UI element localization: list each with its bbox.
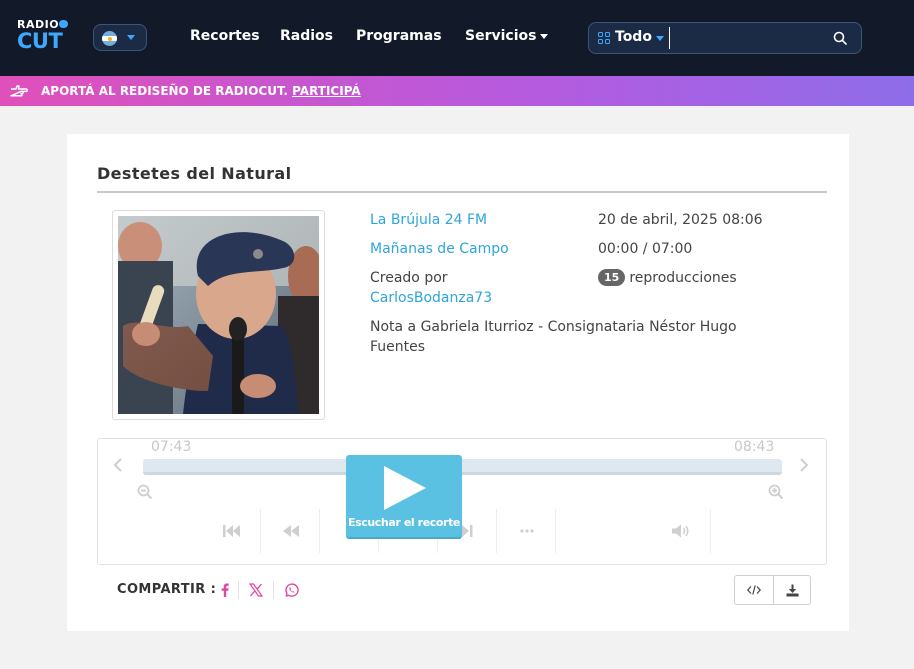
timeline-track[interactable] <box>143 459 782 475</box>
share-divider <box>238 581 239 599</box>
share-label: COMPARTIR : <box>117 582 217 597</box>
rewind-button[interactable] <box>262 509 320 553</box>
play-icon <box>384 466 426 510</box>
banner-participate-link[interactable]: PARTICIPÁ <box>292 84 361 98</box>
banner-text: APORTÁ AL REDISEÑO DE RADIOCUT. PARTICIP… <box>41 84 361 98</box>
chevron-down-icon <box>540 33 549 39</box>
banner-message: APORTÁ AL REDISEÑO DE RADIOCUT. <box>41 84 288 98</box>
grid-icon <box>598 32 611 45</box>
clip-card: Destetes del Natural La Brújula 24 FM Ma… <box>67 134 849 631</box>
nav-servicios[interactable]: Servicios <box>465 28 549 48</box>
chevron-down-icon <box>127 35 135 40</box>
skip-end-icon <box>461 525 472 537</box>
clip-date: 20 de abril, 2025 08:06 <box>598 212 763 228</box>
plays-info: 15 reproducciones <box>598 268 737 288</box>
plays-label: reproducciones <box>629 270 737 286</box>
download-button[interactable] <box>774 575 811 605</box>
nav-radios[interactable]: Radios <box>280 28 333 48</box>
whatsapp-icon[interactable] <box>283 581 299 599</box>
code-icon <box>747 585 761 595</box>
nav-programas[interactable]: Programas <box>356 28 442 48</box>
share-divider <box>273 581 274 599</box>
search-box: Todo <box>588 22 862 54</box>
download-icon <box>786 584 798 596</box>
skip-start-icon <box>222 525 240 537</box>
creator-link[interactable]: CarlosBodanza73 <box>370 288 492 308</box>
chevron-down-icon[interactable] <box>656 36 664 41</box>
program-link[interactable]: Mañanas de Campo <box>370 239 509 259</box>
created-by-label: Creado por <box>370 270 448 286</box>
zoom-in-icon[interactable] <box>768 484 784 500</box>
clip-duration: 00:00 / 07:00 <box>598 241 693 257</box>
clip-description-line-1: Nota a Gabriela Iturrioz - Consignataria… <box>370 319 737 335</box>
radiocut-logo[interactable]: RADIO CUT <box>17 18 69 56</box>
radio-link[interactable]: La Brújula 24 FM <box>370 210 487 230</box>
search-icon[interactable] <box>833 31 847 45</box>
end-time: 08:43 <box>734 439 775 455</box>
clip-title: Destetes del Natural <box>97 164 292 183</box>
rewind-icon <box>282 525 299 537</box>
redesign-banner: APORTÁ AL REDISEÑO DE RADIOCUT. PARTICIP… <box>0 76 914 106</box>
facebook-icon[interactable] <box>217 581 233 599</box>
x-twitter-icon[interactable] <box>248 581 264 599</box>
chevron-left-icon[interactable] <box>112 456 124 474</box>
embed-code-button[interactable] <box>734 575 774 605</box>
search-input[interactable] <box>669 27 819 49</box>
logo-dot-icon <box>59 20 68 28</box>
search-scope-dropdown[interactable]: Todo <box>615 29 652 45</box>
pointing-hand-icon <box>10 85 28 97</box>
nav-recortes[interactable]: Recortes <box>190 28 260 48</box>
top-navbar: RADIO CUT Recortes Radios Programas Serv… <box>0 0 914 76</box>
clip-thumbnail <box>112 210 325 420</box>
listen-clip-button[interactable]: Escuchar el recorte <box>346 455 462 539</box>
plays-count-badge: 15 <box>598 269 626 286</box>
volume-icon <box>671 524 688 538</box>
start-time: 07:43 <box>151 439 192 455</box>
clip-photo <box>118 216 319 414</box>
listen-clip-label: Escuchar el recorte <box>347 516 460 529</box>
skip-to-start-button[interactable] <box>203 509 261 553</box>
more-options-button[interactable] <box>498 509 556 553</box>
more-dots-icon <box>519 529 534 533</box>
zoom-out-icon[interactable] <box>137 484 153 500</box>
audio-player: 07:43 08:43 Escuchar el recorte <box>97 438 827 565</box>
title-divider <box>97 191 827 193</box>
chevron-right-icon[interactable] <box>798 456 810 474</box>
nav-servicios-label: Servicios <box>465 28 537 44</box>
logo-bottom-text: CUT <box>17 29 63 53</box>
argentina-flag-icon <box>102 31 117 46</box>
language-selector[interactable] <box>93 24 147 51</box>
clip-description-line-2: Fuentes <box>370 339 426 355</box>
volume-button[interactable] <box>651 509 711 553</box>
